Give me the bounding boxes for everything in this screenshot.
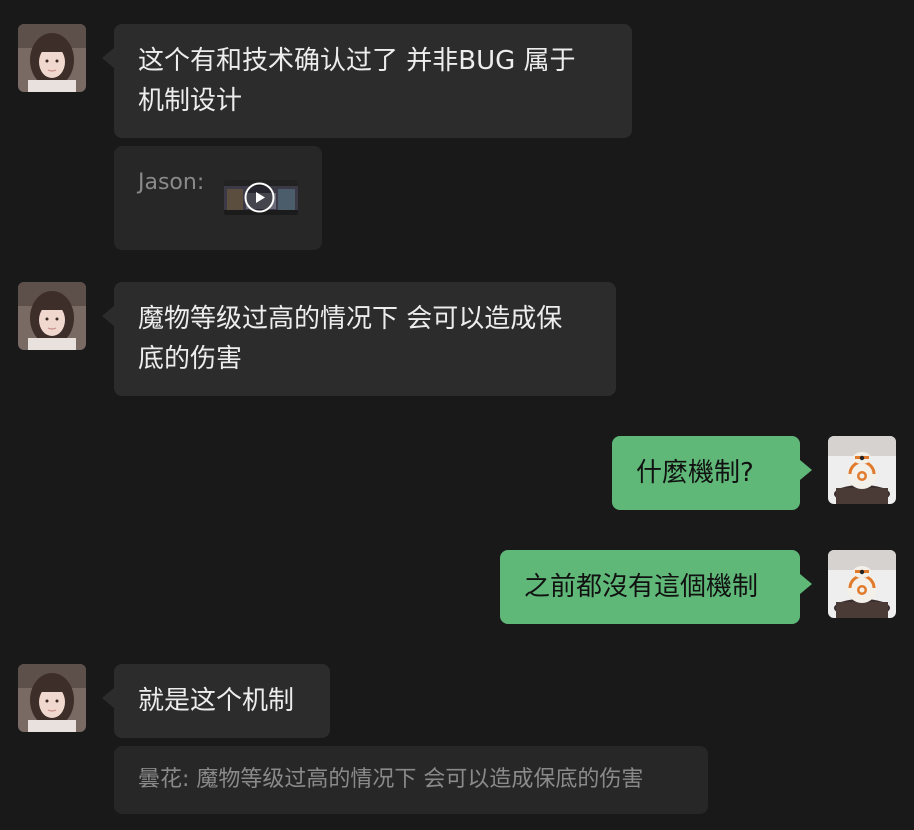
girl-avatar[interactable] bbox=[18, 664, 86, 732]
message-bubble[interactable]: 之前都沒有這個機制 bbox=[500, 550, 800, 624]
message-row: 就是这个机制 bbox=[0, 664, 914, 740]
message-bubble[interactable]: 这个有和技术确认过了 并非BUG 属于 机制设计 bbox=[114, 24, 632, 138]
bubble-tail bbox=[102, 48, 114, 68]
quote-video-bubble[interactable]: Jason: bbox=[114, 146, 322, 250]
message-bubble[interactable]: 什麼機制? bbox=[612, 436, 800, 510]
quote-text: 曇花: 魔物等级过高的情况下 会可以造成保底的伤害 bbox=[138, 767, 644, 792]
bubble-tail bbox=[800, 460, 812, 480]
message-text-line: 这个有和技术确认过了 并非BUG 属于 bbox=[138, 46, 576, 76]
quote-sender: Jason: bbox=[138, 170, 205, 195]
message-row: 之前都沒有這個機制 bbox=[0, 550, 914, 626]
message-row: 什麼機制? bbox=[0, 436, 914, 512]
message-row: 这个有和技术确认过了 并非BUG 属于 机制设计 bbox=[0, 0, 914, 140]
girl-avatar[interactable] bbox=[18, 24, 86, 92]
message-bubble[interactable]: 魔物等级过高的情况下 会可以造成保 底的伤害 bbox=[114, 282, 616, 396]
robot-avatar[interactable] bbox=[828, 436, 896, 504]
message-text: 就是这个机制 bbox=[138, 686, 295, 716]
bubble-tail bbox=[800, 574, 812, 594]
message-text-line: 魔物等级过高的情况下 会可以造成保 bbox=[138, 304, 563, 334]
bubble-tail bbox=[102, 688, 114, 708]
message-text: 之前都沒有這個機制 bbox=[524, 572, 759, 602]
message-text-line: 机制设计 bbox=[138, 86, 243, 116]
bubble-tail bbox=[102, 306, 114, 326]
robot-avatar[interactable] bbox=[828, 550, 896, 618]
video-thumbnail[interactable] bbox=[224, 180, 298, 215]
quote-bubble[interactable]: 曇花: 魔物等级过高的情况下 会可以造成保底的伤害 bbox=[114, 746, 708, 814]
message-text-line: 底的伤害 bbox=[138, 344, 243, 374]
girl-avatar[interactable] bbox=[18, 282, 86, 350]
message-row: 魔物等级过高的情况下 会可以造成保 底的伤害 bbox=[0, 270, 914, 400]
message-bubble[interactable]: 就是这个机制 bbox=[114, 664, 330, 738]
play-icon[interactable] bbox=[244, 182, 275, 213]
message-text: 什麼機制? bbox=[636, 458, 754, 488]
